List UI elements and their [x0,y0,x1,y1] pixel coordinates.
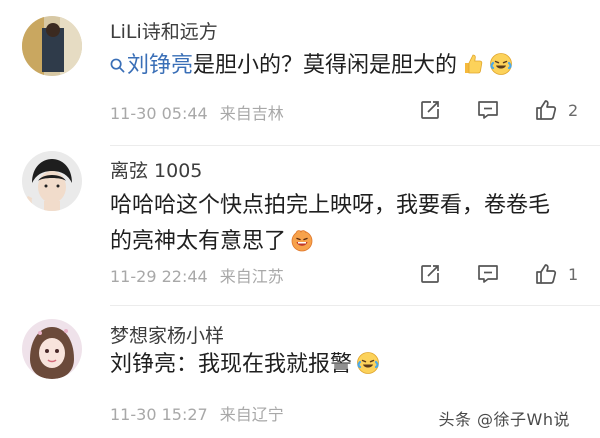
comment-time: 11-29 22:44 [110,267,208,286]
thumbs-up-icon [536,100,557,120]
like-button[interactable] [532,96,560,124]
share-icon [421,101,439,119]
comment-body-line-2: 的亮神太有意思了 [110,224,550,260]
avatar[interactable] [22,319,82,379]
comment-icon [478,265,498,283]
comment-body-line-1: 哈哈哈这个快点拍完上映呀，我要看，卷卷毛 [110,193,551,218]
comment-location: 来自江苏 [219,267,284,286]
like-count: 2 [568,100,579,120]
share-button[interactable] [416,96,444,124]
comment-body-line-2-text: 的亮神太有意思了 [110,229,287,254]
comment-time: 11-30 15:27 [110,405,208,424]
comment-item: 离弦 1005 哈哈哈这个快点拍完上映呀，我要看，卷卷毛 的亮神太有意思了 11… [0,146,600,306]
comment-location: 来自吉林 [219,104,284,123]
comment-meta: 11-29 22:44 来自江苏 [110,263,284,287]
search-icon [110,58,125,73]
comment-actions: 1 [386,260,580,288]
share-icon [421,265,439,283]
comment-item: LiLi诗和远方 刘铮亮是胆小的？莫得闲是胆大的 11-30 05:44 来自吉林… [0,0,600,146]
laughing-crying-emoji [489,52,513,76]
mention-name: 刘铮亮 [127,53,194,78]
like-button[interactable] [532,260,560,288]
comment-meta: 11-30 15:27 来自辽宁 [110,401,284,425]
share-button[interactable] [416,260,444,288]
username[interactable]: 梦想家杨小样 [110,321,224,348]
like-count: 1 [568,264,579,284]
comment-meta: 11-30 05:44 来自吉林 [110,100,284,124]
comment-body: 是胆小的？莫得闲是胆大的 [193,53,458,78]
comment-icon [478,101,498,119]
mention-link[interactable]: 刘铮亮 [110,53,193,78]
comment-text: 哈哈哈这个快点拍完上映呀，我要看，卷卷毛 的亮神太有意思了 [110,188,550,260]
username[interactable]: LiLi诗和远方 [110,17,218,44]
comment-time: 11-30 05:44 [110,104,208,123]
reply-button[interactable] [474,96,502,124]
comment-body: 刘铮亮：我现在我就报警 [110,352,353,377]
username[interactable]: 离弦 1005 [110,156,202,183]
thumbs-up-emoji [461,52,485,76]
comment-text: 刘铮亮是胆小的？莫得闲是胆大的 [110,48,550,84]
comment-location: 来自辽宁 [219,405,284,424]
avatar[interactable] [22,151,82,211]
comment-text: 刘铮亮：我现在我就报警 [110,347,550,383]
avatar[interactable] [22,16,82,76]
laughing-face-emoji [290,228,314,252]
reply-button[interactable] [474,260,502,288]
comment-actions: 2 [386,96,580,124]
watermark: 头条 @徐子Wh说 [438,410,570,429]
thumbs-up-icon [536,264,557,284]
laughing-crying-emoji [356,351,380,375]
